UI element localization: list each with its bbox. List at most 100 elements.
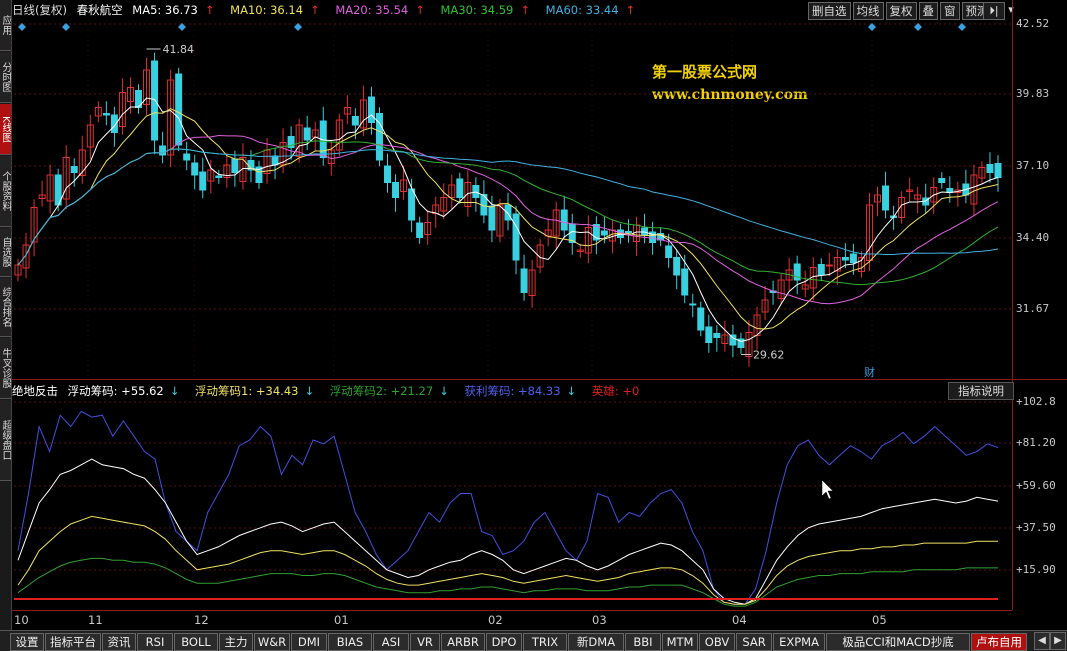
stock-chart-window: 应用 分时图 K线图 个股资料 自选股 综合排名 牛叉诊股 超级盘口 日线(复权) 春秋航空 … bbox=[0, 0, 1067, 651]
float-chip-line bbox=[17, 458, 999, 605]
high-price-label: 41.84 bbox=[163, 43, 195, 56]
candle-body bbox=[408, 188, 416, 221]
bottom-tab-15[interactable]: BBI bbox=[625, 633, 661, 651]
price-tick-label: 31.67 bbox=[1016, 302, 1050, 315]
hero-label: 英雄: +0 bbox=[591, 384, 640, 398]
indicator-name: 绝地反击 bbox=[12, 384, 58, 398]
bottom-tab-17[interactable]: OBV bbox=[699, 633, 735, 651]
candle-body bbox=[689, 303, 697, 306]
bottom-tab-19[interactable]: EXPMA bbox=[773, 633, 825, 651]
bottom-tab-2[interactable]: 资讯 bbox=[102, 633, 136, 651]
candle-body bbox=[384, 165, 392, 183]
candle-body bbox=[624, 231, 632, 233]
price-tick-label: 37.10 bbox=[1016, 159, 1050, 172]
float-chip2-label: 浮动筹码2: +21.27 ↓ bbox=[329, 384, 449, 398]
candle-body bbox=[159, 145, 167, 156]
profit-chip-line bbox=[17, 410, 999, 605]
float-chip1-line bbox=[17, 515, 998, 605]
candle-body bbox=[841, 257, 849, 261]
time-axis: 10 11 12 01 02 03 04 05 bbox=[12, 610, 1012, 629]
bottom-tab-3[interactable]: RSI bbox=[137, 633, 173, 651]
candle-body bbox=[151, 60, 159, 141]
candle-body bbox=[938, 178, 946, 183]
candle-body bbox=[303, 127, 311, 141]
profit-chip-label: 获利筹码: +84.33 ↓ bbox=[464, 384, 577, 398]
bottom-tab-7[interactable]: DMI bbox=[291, 633, 327, 651]
indicator-header: 绝地反击 浮动筹码: +55.62 ↓ 浮动筹码1: +34.43 ↓ 浮动筹码2:… bbox=[12, 383, 645, 399]
float-chip-label: 浮动筹码: +55.62 ↓ bbox=[67, 384, 180, 398]
price-tick-label: 39.83 bbox=[1016, 87, 1050, 100]
candle-body bbox=[882, 185, 890, 211]
bottom-tab-bar: 设置 指标平台 资讯 RSI BOLL 主力 W&R DMI BIAS ASI VR ARBR DPO T… bbox=[0, 630, 1067, 651]
event-diamond-icon bbox=[62, 23, 70, 31]
month-tick-label: 01 bbox=[334, 613, 349, 627]
bottom-tab-21[interactable]: 卢布自用 bbox=[971, 633, 1027, 651]
bottom-tab-14[interactable]: 新DMA bbox=[568, 633, 624, 651]
price-tick-label: 42.52 bbox=[1016, 17, 1050, 30]
bottom-tab-1[interactable]: 指标平台 bbox=[45, 633, 101, 651]
candle-body bbox=[994, 163, 1002, 178]
candle-body bbox=[183, 153, 191, 161]
candle-body bbox=[70, 166, 78, 173]
bottom-tab-20[interactable]: 极品CCI和MACD抄底 bbox=[826, 633, 970, 651]
candle-body bbox=[199, 171, 207, 191]
candle-body bbox=[392, 182, 400, 198]
candle-body bbox=[102, 113, 110, 116]
indicator-tick-label: +59.60 bbox=[1016, 479, 1056, 492]
chart-canvas[interactable]: 41.84 29.62 财 bbox=[0, 0, 1067, 650]
bottom-tab-4[interactable]: BOLL bbox=[174, 633, 218, 651]
candle-body bbox=[697, 307, 705, 331]
panel-divider bbox=[12, 379, 1067, 380]
candle-body bbox=[713, 333, 721, 338]
month-tick-label: 10 bbox=[14, 613, 29, 627]
candle-body bbox=[560, 209, 568, 231]
candle-body bbox=[351, 116, 359, 126]
scroll-right-icon[interactable]: ▶ bbox=[1050, 632, 1066, 650]
finance-marker: 财 bbox=[864, 365, 875, 379]
bottom-tab-8[interactable]: BIAS bbox=[328, 633, 372, 651]
mouse-cursor-icon bbox=[821, 479, 834, 500]
candle-body bbox=[231, 158, 239, 173]
candle-body bbox=[175, 73, 183, 146]
candle-body bbox=[825, 264, 833, 267]
candle-body bbox=[673, 257, 681, 276]
candle-body bbox=[986, 164, 994, 173]
bottom-tab-11[interactable]: ARBR bbox=[441, 633, 485, 651]
candle-body bbox=[681, 268, 689, 296]
bottom-tab-16[interactable]: MTM bbox=[662, 633, 698, 651]
bottom-tab-9[interactable]: ASI bbox=[373, 633, 409, 651]
candle-body bbox=[512, 213, 520, 261]
candle-body bbox=[504, 204, 512, 221]
candle-body bbox=[191, 162, 199, 176]
bottom-tab-0[interactable]: 设置 bbox=[10, 633, 44, 651]
bottom-tab-12[interactable]: DPO bbox=[486, 633, 522, 651]
candle-body bbox=[520, 268, 528, 293]
indicator-explain-button[interactable]: 指标说明 bbox=[948, 382, 1014, 400]
scroll-left-icon[interactable]: ◀ bbox=[1034, 632, 1050, 650]
candle-body bbox=[665, 245, 673, 258]
candle-body bbox=[456, 178, 464, 198]
bottom-tab-6[interactable]: W&R bbox=[254, 633, 290, 651]
candle-body bbox=[215, 175, 223, 178]
candle-body bbox=[271, 155, 279, 166]
candle-body bbox=[488, 205, 496, 231]
indicator-tick-label: +81.20 bbox=[1016, 436, 1056, 449]
price-tick-label: 34.40 bbox=[1016, 231, 1050, 244]
indicator-tick-label: +102.8 bbox=[1016, 395, 1056, 408]
candle-body bbox=[817, 264, 825, 276]
bottom-tab-13[interactable]: TRIX bbox=[523, 633, 567, 651]
bottom-tab-10[interactable]: VR bbox=[410, 633, 440, 651]
month-tick-label: 05 bbox=[872, 613, 887, 627]
candle-body bbox=[600, 230, 608, 236]
indicator-tick-label: +15.90 bbox=[1016, 563, 1056, 576]
candle-body bbox=[367, 96, 375, 123]
month-tick-label: 02 bbox=[488, 613, 503, 627]
month-tick-label: 11 bbox=[88, 613, 103, 627]
indicator-tick-label: +37.50 bbox=[1016, 521, 1056, 534]
bottom-tab-5[interactable]: 主力 bbox=[219, 633, 253, 651]
month-tick-label: 04 bbox=[732, 613, 747, 627]
bottom-tab-18[interactable]: SAR bbox=[736, 633, 772, 651]
month-tick-label: 12 bbox=[194, 613, 209, 627]
candle-body bbox=[705, 326, 713, 343]
low-price-label: 29.62 bbox=[753, 349, 785, 362]
